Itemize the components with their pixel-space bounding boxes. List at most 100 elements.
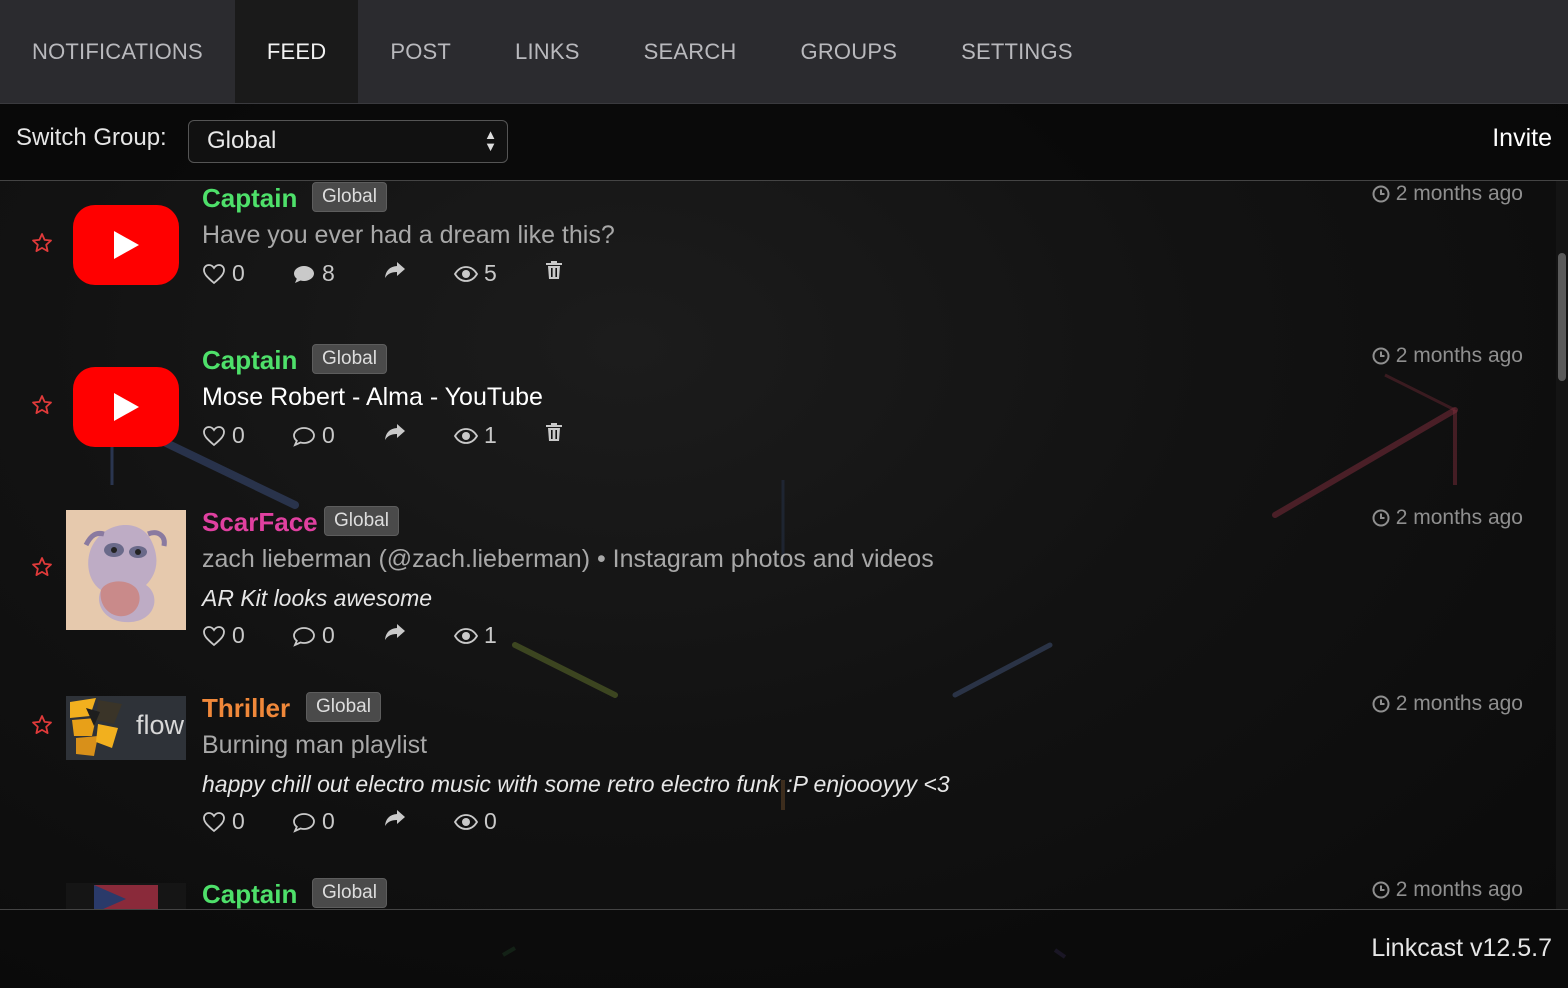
views-indicator: 0 <box>454 808 497 835</box>
comment-count: 0 <box>322 808 335 834</box>
like-button[interactable]: 0 <box>202 260 245 287</box>
group-badge: Global <box>306 692 381 722</box>
post-description: AR Kit looks awesome <box>202 585 433 611</box>
feed-post: Captain Global 2 months ago Have you eve… <box>0 181 1540 341</box>
invite-button[interactable]: Invite <box>1492 124 1552 153</box>
like-button[interactable]: 0 <box>202 422 245 449</box>
post-timestamp: 2 months ago <box>1372 182 1523 206</box>
feed-post: flow Thriller Global 2 months ago Burnin… <box>0 691 1540 871</box>
delete-button[interactable] <box>545 260 563 280</box>
post-title[interactable]: Have you ever had a dream like this? <box>202 221 615 250</box>
heart-icon <box>203 811 225 832</box>
favorite-star-icon[interactable] <box>30 713 54 737</box>
group-select[interactable]: Global ▲ ▼ <box>188 120 508 163</box>
trash-icon <box>546 423 562 441</box>
favorite-star-icon[interactable] <box>30 555 54 579</box>
switch-group-label: Switch Group: <box>16 124 167 151</box>
clock-icon <box>1372 347 1390 365</box>
like-button[interactable]: 0 <box>202 808 245 835</box>
tab-feed[interactable]: FEED <box>234 0 359 103</box>
feed-post: Captain Global 2 months ago <box>0 877 1540 909</box>
views-indicator: 1 <box>454 622 497 649</box>
post-description: happy chill out electro music with some … <box>202 771 950 797</box>
tab-settings[interactable]: SETTINGS <box>929 0 1105 103</box>
comment-button[interactable]: 8 <box>292 260 335 287</box>
heart-icon <box>203 625 225 646</box>
comment-outline-icon <box>293 812 315 833</box>
like-count: 0 <box>232 622 245 648</box>
tab-links[interactable]: LINKS <box>483 0 612 103</box>
flow-logo-icon <box>70 698 122 756</box>
post-author[interactable]: Thriller <box>202 693 290 724</box>
post-time-text: 2 months ago <box>1395 878 1523 901</box>
heart-icon <box>203 425 225 446</box>
post-time-text: 2 months ago <box>1395 182 1523 205</box>
trash-icon <box>546 261 562 279</box>
app-root: NOTIFICATIONS FEED POST LINKS SEARCH GRO… <box>0 0 1568 988</box>
tab-post[interactable]: POST <box>358 0 483 103</box>
scrollbar-thumb[interactable] <box>1558 253 1566 381</box>
comment-button[interactable]: 0 <box>292 422 335 449</box>
eye-icon <box>454 813 478 830</box>
eye-icon <box>454 265 478 282</box>
delete-button[interactable] <box>545 422 563 442</box>
group-bar: Switch Group: Global ▲ ▼ Invite <box>0 104 1568 181</box>
share-icon <box>385 424 405 440</box>
top-navigation: NOTIFICATIONS FEED POST LINKS SEARCH GRO… <box>0 0 1568 104</box>
post-author[interactable]: Captain <box>202 345 297 376</box>
feed-scrollbar[interactable] <box>1556 181 1568 909</box>
post-timestamp: 2 months ago <box>1372 878 1523 902</box>
comment-icon <box>294 265 314 283</box>
post-author[interactable]: ScarFace <box>202 507 318 538</box>
group-badge: Global <box>312 878 387 908</box>
group-badge: Global <box>312 182 387 212</box>
like-button[interactable]: 0 <box>202 622 245 649</box>
share-button[interactable] <box>383 260 407 280</box>
clock-icon <box>1372 695 1390 713</box>
favorite-star-icon[interactable] <box>30 231 54 255</box>
post-thumbnail[interactable] <box>66 883 186 909</box>
tab-groups[interactable]: GROUPS <box>769 0 930 103</box>
flow-thumbnail-text: flow <box>136 710 185 740</box>
select-arrows-icon: ▲ ▼ <box>484 127 497 154</box>
post-time-text: 2 months ago <box>1395 344 1523 367</box>
view-count: 1 <box>484 622 497 648</box>
eye-icon <box>454 627 478 644</box>
group-select-value: Global <box>207 127 277 154</box>
heart-icon <box>203 263 225 284</box>
share-icon <box>385 262 405 278</box>
flow-thumbnail[interactable]: flow <box>66 696 186 760</box>
like-count: 0 <box>232 808 245 834</box>
comment-button[interactable]: 0 <box>292 808 335 835</box>
post-author[interactable]: Captain <box>202 183 297 214</box>
clock-icon <box>1372 509 1390 527</box>
post-title[interactable]: Mose Robert - Alma - YouTube <box>202 383 543 412</box>
feed-post: Captain Global 2 months ago Mose Robert … <box>0 343 1540 503</box>
favorite-star-icon[interactable] <box>30 393 54 417</box>
version-label: Linkcast v12.5.7 <box>1371 934 1552 962</box>
share-button[interactable] <box>383 422 407 442</box>
tab-notifications[interactable]: NOTIFICATIONS <box>0 0 235 103</box>
tab-search[interactable]: SEARCH <box>612 0 769 103</box>
thumbnail-image-icon <box>94 885 158 909</box>
post-timestamp: 2 months ago <box>1372 344 1523 368</box>
feed-post: ScarFace Global 2 months ago zach lieber… <box>0 505 1540 685</box>
abstract-face-thumbnail[interactable] <box>66 510 186 630</box>
share-button[interactable] <box>383 622 407 642</box>
post-title[interactable]: Burning man playlist <box>202 731 427 760</box>
post-actions: 0 0 1 <box>202 622 602 652</box>
youtube-logo-icon <box>73 205 179 285</box>
post-actions: 0 0 0 <box>202 808 602 838</box>
share-button[interactable] <box>383 808 407 828</box>
youtube-thumbnail[interactable] <box>66 185 186 305</box>
youtube-thumbnail[interactable] <box>66 347 186 467</box>
eye-icon <box>454 427 478 444</box>
post-author[interactable]: Captain <box>202 879 297 909</box>
post-timestamp: 2 months ago <box>1372 692 1523 716</box>
comment-count: 0 <box>322 622 335 648</box>
like-count: 0 <box>232 422 245 448</box>
comment-count: 0 <box>322 422 335 448</box>
post-title[interactable]: zach lieberman (@zach.lieberman) • Insta… <box>202 545 934 574</box>
comment-button[interactable]: 0 <box>292 622 335 649</box>
footer: Linkcast v12.5.7 <box>0 909 1568 988</box>
